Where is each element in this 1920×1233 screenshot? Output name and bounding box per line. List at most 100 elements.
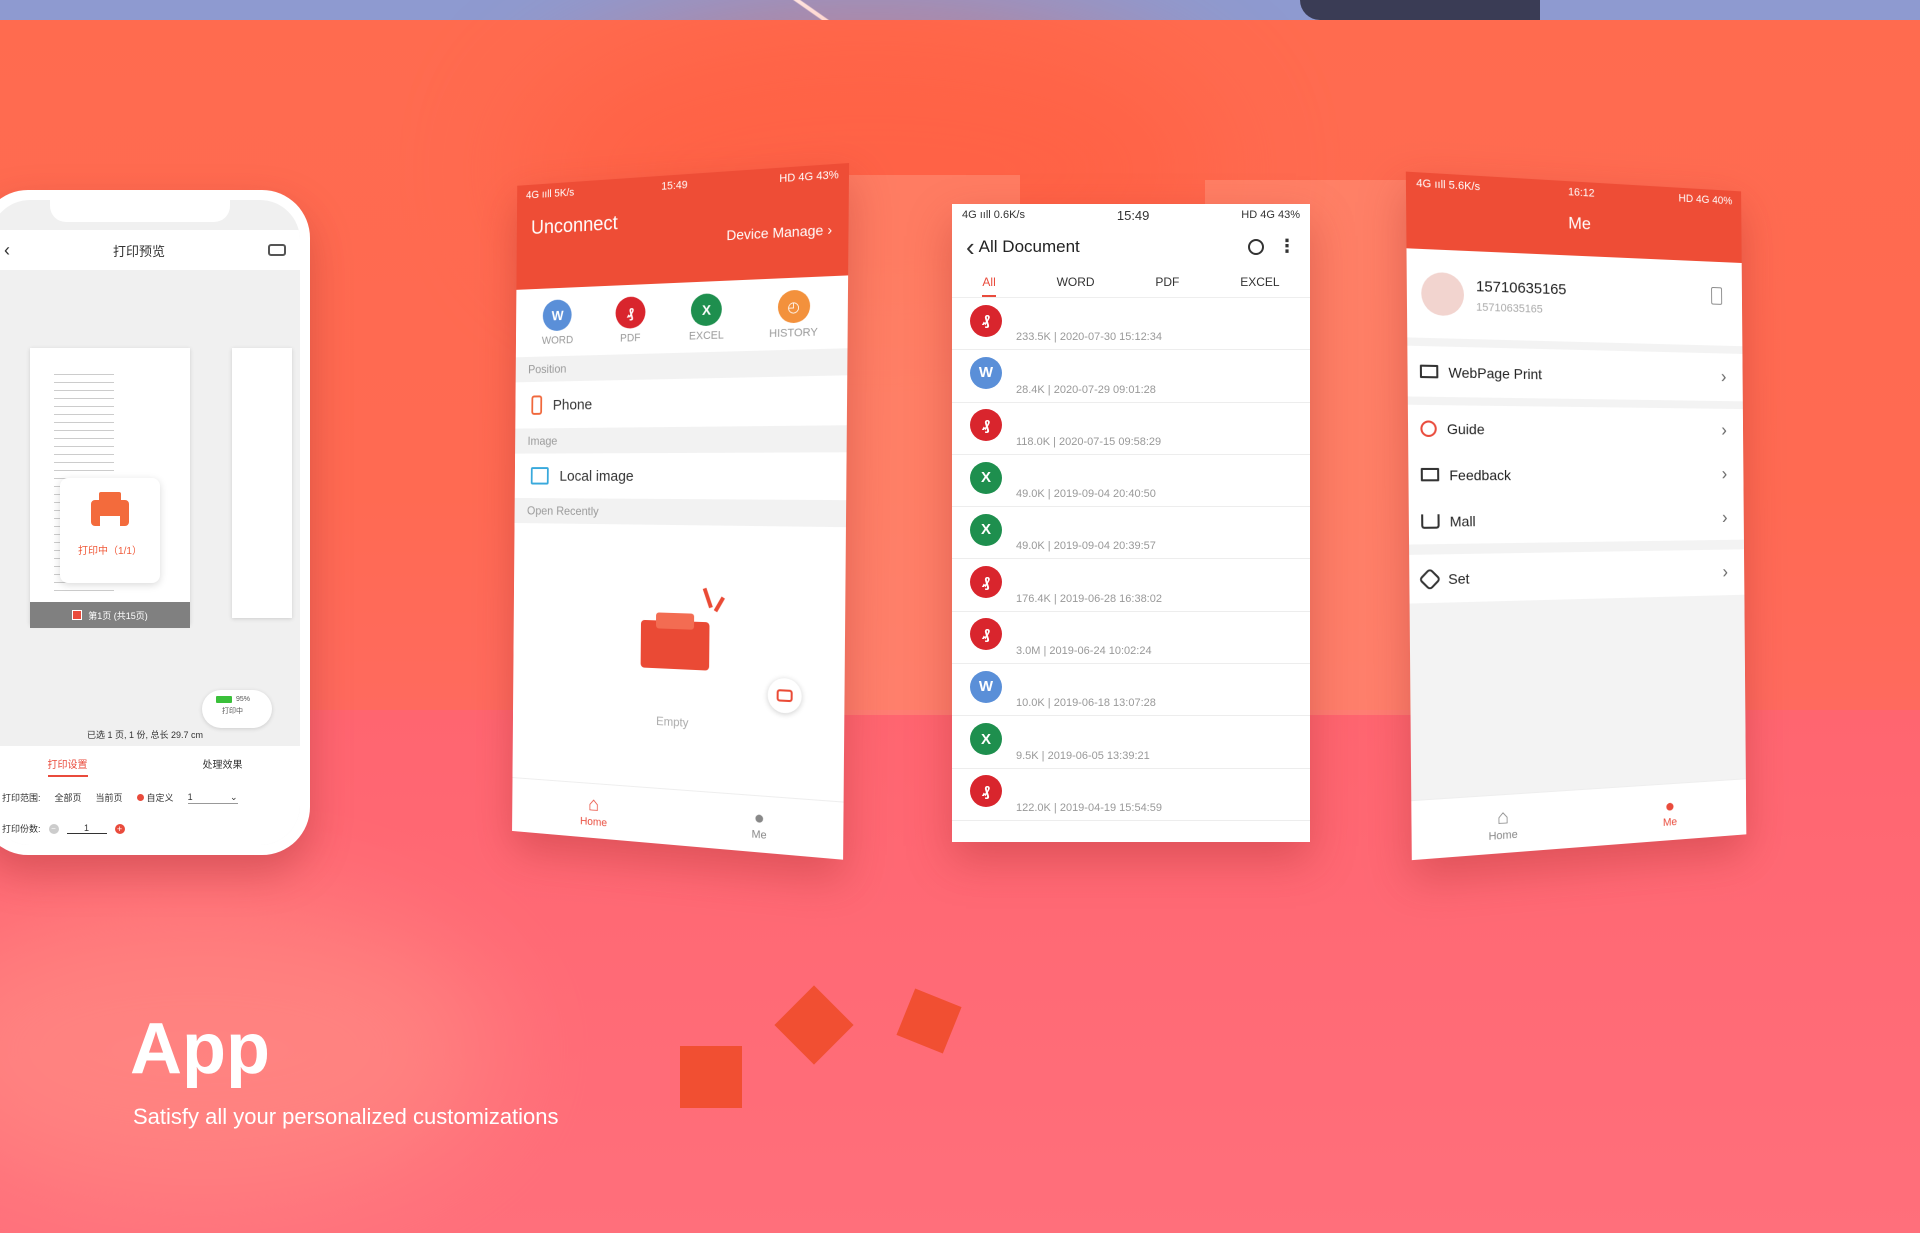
- decorative-device-edge: [1300, 0, 1540, 20]
- file-row[interactable]: ₰ 176.4K | 2019-06-28 16:38:02: [952, 559, 1310, 612]
- file-meta: 28.4K | 2020-07-29 09:01:28: [1016, 383, 1156, 396]
- empty-label: Empty: [656, 713, 689, 730]
- file-row[interactable]: W 10.0K | 2019-06-18 13:07:28: [952, 664, 1310, 717]
- menu-webpage-print[interactable]: WebPage Print ›: [1407, 345, 1743, 402]
- device-manage-link[interactable]: Device Manage ›: [726, 221, 832, 243]
- hero-title: App: [130, 1009, 270, 1089]
- excel-icon: X: [970, 461, 1002, 494]
- device-manage-label: Device Manage: [726, 221, 824, 244]
- quick-pdf-button[interactable]: ₰ PDF: [615, 296, 646, 345]
- file-row[interactable]: ₰ 233.5K | 2020-07-30 15:12:34: [952, 298, 1310, 351]
- menu-label: WebPage Print: [1448, 363, 1543, 382]
- file-meta: 233.5K | 2020-07-30 15:12:34: [1016, 331, 1162, 344]
- menu-mall[interactable]: Mall ›: [1408, 496, 1744, 545]
- back-icon[interactable]: ‹: [4, 240, 10, 261]
- user-icon: ●: [753, 807, 765, 829]
- user-name: 15710635165: [1475, 277, 1567, 298]
- range-select-value: 1: [187, 791, 193, 802]
- section-header-image: Image: [515, 425, 847, 454]
- chevron-right-icon: ›: [1722, 507, 1728, 528]
- nav-me[interactable]: ● Me: [751, 807, 766, 842]
- pdf-icon: ₰: [970, 618, 1002, 651]
- range-current[interactable]: 当前页: [96, 791, 123, 804]
- menu-label: Feedback: [1449, 466, 1512, 483]
- menu-feedback[interactable]: Feedback ›: [1408, 451, 1744, 498]
- phone-source-item[interactable]: Phone: [515, 375, 847, 428]
- nav-me[interactable]: ● Me: [1663, 796, 1677, 829]
- page-checkbox[interactable]: [72, 610, 83, 620]
- phone-profile-screen: 4G ııll 5.6K/s 16:12 HD 4G 40% Me 157106…: [1405, 171, 1747, 861]
- file-meta: 49.0K | 2019-09-04 20:40:50: [1016, 488, 1156, 501]
- search-icon[interactable]: [1248, 238, 1264, 255]
- status-bar: 4G ııll 0.6K/s 15:49 HD 4G 43%: [952, 204, 1310, 226]
- logout-icon[interactable]: [1711, 286, 1723, 305]
- menu-set[interactable]: Set ›: [1409, 549, 1745, 604]
- top-banner-strip: [0, 0, 1920, 20]
- page-title: All Document: [978, 236, 1080, 256]
- printing-card: 打印中（1/1）: [60, 478, 160, 583]
- pdf-icon: ₰: [970, 304, 1002, 337]
- file-row[interactable]: X 49.0K | 2019-09-04 20:39:57: [952, 507, 1310, 560]
- increment-button[interactable]: +: [114, 823, 125, 834]
- tab-pdf[interactable]: PDF: [1155, 275, 1179, 297]
- range-label: 打印范围:: [2, 793, 41, 803]
- range-all[interactable]: 全部页: [55, 791, 82, 804]
- file-meta: 49.0K | 2019-09-04 20:39:57: [1016, 540, 1156, 553]
- hero-subtitle: Satisfy all your personalized customizat…: [133, 1104, 559, 1129]
- decrement-button[interactable]: −: [48, 823, 59, 834]
- local-image-item[interactable]: Local image: [515, 452, 847, 500]
- more-icon[interactable]: ⋮: [1278, 236, 1296, 257]
- camera-button[interactable]: [767, 677, 802, 715]
- copies-input[interactable]: 1: [66, 823, 107, 834]
- pdf-icon: ₰: [970, 775, 1002, 808]
- tab-processing[interactable]: 处理效果: [203, 756, 243, 777]
- network-status: 4G ııll 5.6K/s: [1416, 177, 1481, 194]
- menu-guide[interactable]: Guide ›: [1407, 404, 1744, 453]
- file-row[interactable]: W 28.4K | 2020-07-29 09:01:28: [952, 350, 1310, 403]
- user-icon: ●: [1664, 795, 1676, 817]
- word-icon: W: [543, 299, 573, 332]
- user-id: 15710635165: [1476, 300, 1543, 316]
- range-select[interactable]: 1 ⌄: [187, 791, 238, 804]
- quick-actions: W WORD ₰ PDF X EXCEL ◴ HISTORY: [516, 275, 848, 357]
- file-row[interactable]: X 49.0K | 2019-09-04 20:40:50: [952, 455, 1310, 508]
- file-row[interactable]: ₰ 3.0M | 2019-06-24 10:02:24: [952, 612, 1310, 665]
- pdf-icon: ₰: [970, 409, 1002, 442]
- file-row[interactable]: ₰ 122.0K | 2019-04-19 15:54:59: [952, 769, 1310, 821]
- file-row[interactable]: ₰ 118.0K | 2020-07-15 09:58:29: [952, 403, 1310, 455]
- page-label: 第1页 (共15页): [88, 610, 148, 621]
- monitor-icon: [1419, 364, 1439, 379]
- chevron-right-icon: ›: [1722, 562, 1729, 582]
- user-card[interactable]: 15710635165 15710635165: [1406, 248, 1743, 347]
- range-custom[interactable]: 自定义: [136, 791, 174, 804]
- quick-excel-button[interactable]: X EXCEL: [689, 293, 724, 343]
- status-icons: HD 4G 40%: [1678, 192, 1733, 208]
- clock: 16:12: [1568, 186, 1595, 200]
- chevron-right-icon: ›: [1721, 464, 1728, 484]
- nav-me-label: Me: [751, 828, 767, 842]
- quick-word-label: WORD: [541, 334, 574, 347]
- quick-history-button[interactable]: ◴ HISTORY: [769, 289, 818, 340]
- tab-print-settings[interactable]: 打印设置: [47, 756, 88, 777]
- printer-icon[interactable]: [267, 244, 286, 256]
- tab-all[interactable]: All: [982, 275, 996, 297]
- cart-icon: [1421, 513, 1440, 529]
- menu-label: Guide: [1446, 420, 1485, 437]
- printer-icon: [91, 492, 129, 528]
- file-row[interactable]: X 9.5K | 2019-06-05 13:39:21: [952, 716, 1310, 769]
- nav-home[interactable]: ⌂ Home: [1488, 805, 1517, 843]
- phone-document-list: 4G ııll 0.6K/s 15:49 HD 4G 43% ‹ All Doc…: [952, 204, 1310, 842]
- quick-history-label: HISTORY: [769, 326, 818, 341]
- quick-word-button[interactable]: W WORD: [542, 299, 574, 347]
- nav-home[interactable]: ⌂ Home: [580, 793, 607, 829]
- range-custom-label: 自定义: [146, 793, 174, 803]
- phone-source-label: Phone: [552, 395, 593, 414]
- tab-excel[interactable]: EXCEL: [1240, 275, 1279, 297]
- page-title: 打印预览: [112, 243, 165, 259]
- tab-word[interactable]: WORD: [1057, 275, 1095, 297]
- word-icon: W: [970, 670, 1002, 703]
- pdf-icon: ₰: [970, 566, 1002, 599]
- file-meta: 9.5K | 2019-06-05 13:39:21: [1016, 749, 1150, 762]
- back-icon[interactable]: ‹: [966, 234, 975, 260]
- phone-notch: [50, 200, 230, 222]
